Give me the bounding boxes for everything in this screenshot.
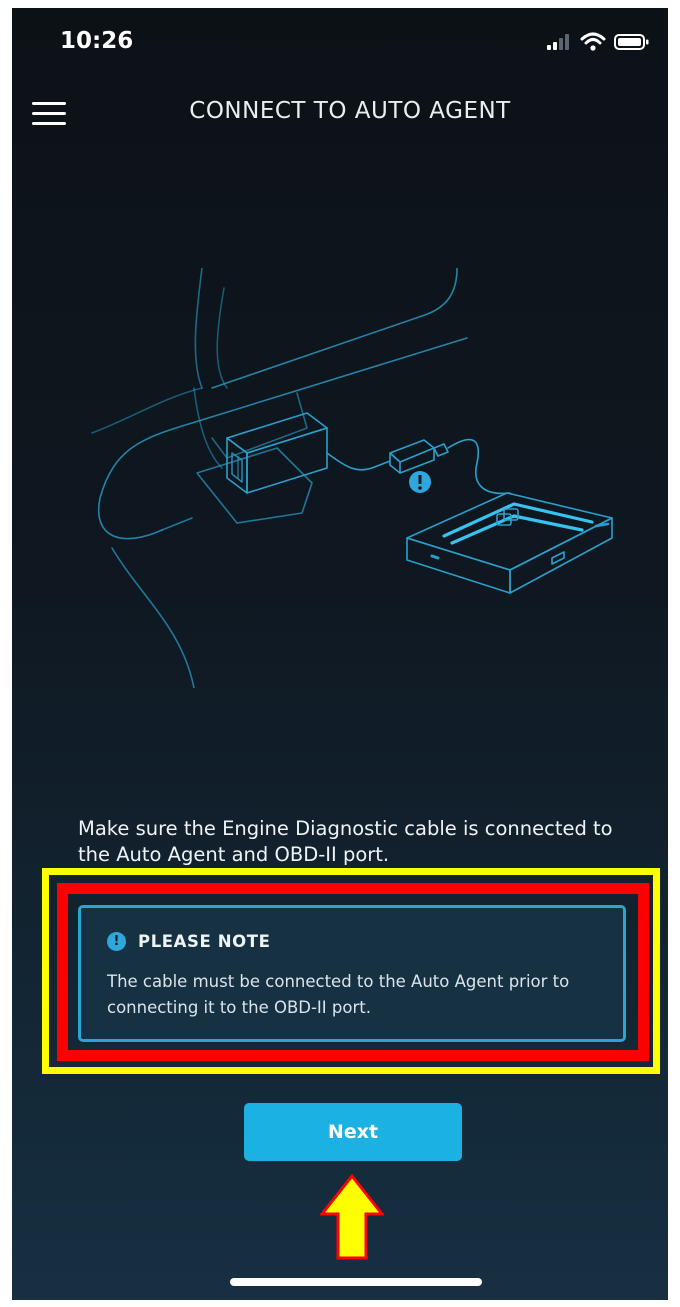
obd-connection-illustration	[91, 268, 613, 688]
status-time: 10:26	[60, 28, 134, 54]
signal-icon	[547, 34, 569, 50]
info-icon: !	[107, 932, 126, 951]
header: CONNECT TO AUTO AGENT	[12, 88, 668, 144]
instruction-text: Make sure the Engine Diagnostic cable is…	[78, 817, 613, 866]
note-title: PLEASE NOTE	[138, 932, 271, 951]
wifi-icon	[580, 32, 606, 51]
home-indicator[interactable]	[230, 1278, 482, 1286]
page-title: CONNECT TO AUTO AGENT	[189, 98, 511, 124]
phone-screen: 10:26 CONNECT TO AUTO AGENT Make sure th…	[12, 8, 668, 1300]
note-body: The cable must be connected to the Auto …	[107, 972, 570, 1017]
please-note-box: ! PLEASE NOTE The cable must be connecte…	[78, 905, 626, 1042]
note-header: ! PLEASE NOTE	[107, 932, 271, 951]
next-button[interactable]: Next	[244, 1103, 462, 1161]
battery-icon	[614, 34, 649, 50]
status-icons	[546, 32, 650, 52]
status-bar: 10:26	[12, 8, 668, 78]
up-arrow-icon	[320, 1174, 384, 1260]
